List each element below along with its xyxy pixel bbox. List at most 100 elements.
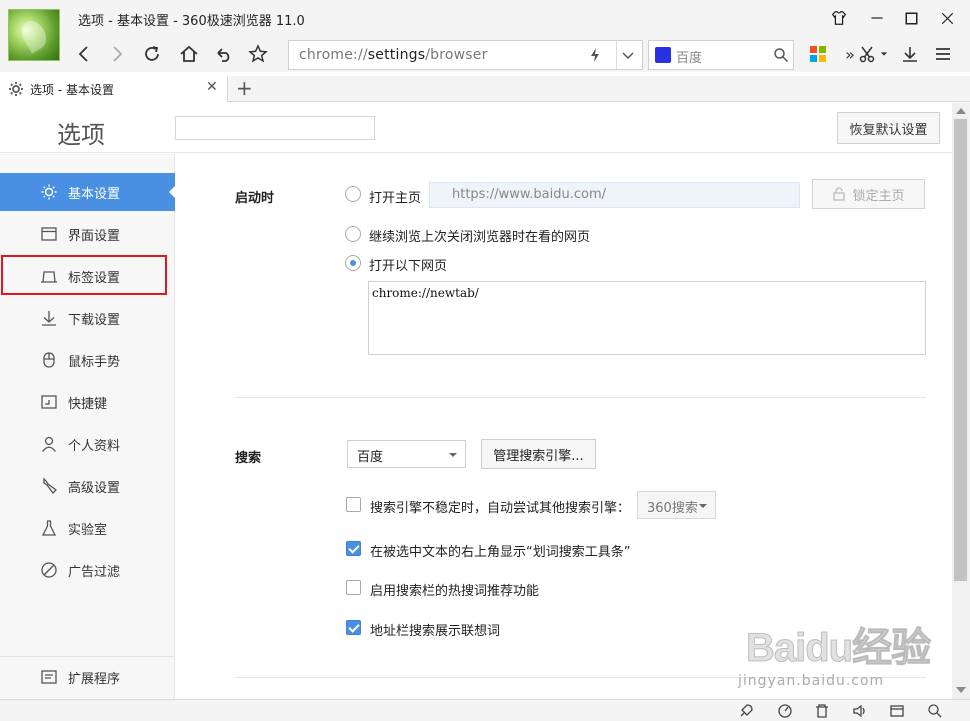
sidebar-item-label: 高级设置 [68, 480, 121, 496]
chevron-down-icon [699, 504, 707, 508]
search-box[interactable]: 百度 [648, 40, 794, 70]
sidebar-item-lab[interactable]: 实验室 [0, 509, 175, 547]
checkbox-selection-toolbar[interactable] [346, 541, 361, 556]
refresh-icon[interactable] [138, 40, 166, 68]
block-icon [41, 562, 57, 578]
scroll-down-icon[interactable] [956, 687, 966, 693]
checkbox-fallback-engine[interactable] [346, 497, 361, 512]
search-icon[interactable] [773, 47, 789, 63]
gear-icon [8, 81, 24, 97]
address-bar[interactable]: chrome://settings/browser [288, 40, 643, 70]
sidebar-item-label: 个人资料 [68, 438, 121, 454]
back-icon[interactable] [70, 40, 98, 68]
extension-icon [41, 670, 57, 684]
radio-open-homepage[interactable] [345, 186, 361, 202]
keyboard-icon [41, 395, 57, 409]
skin-icon[interactable] [824, 5, 854, 31]
lock-homepage-button[interactable]: 锁定主页 [812, 179, 925, 209]
download-icon[interactable] [896, 40, 924, 68]
sidebar-item-download[interactable]: 下载设置 [0, 299, 175, 337]
section-divider [235, 397, 926, 398]
scroll-up-icon[interactable] [956, 108, 966, 114]
radio-continue-session[interactable] [345, 226, 361, 242]
continue-session-label: 继续浏览上次关闭浏览器时在看的网页 [369, 230, 591, 245]
sidebar-item-label: 标签设置 [68, 270, 121, 286]
status-bar [0, 699, 970, 721]
settings-search-input[interactable] [175, 116, 375, 140]
trash-icon[interactable] [814, 703, 830, 719]
home-icon[interactable] [175, 40, 203, 68]
lightning-icon[interactable] [587, 47, 603, 63]
sidebar-item-advanced[interactable]: 高级设置 [0, 467, 175, 505]
new-tab-button[interactable]: + [236, 77, 253, 99]
wrench-icon [43, 477, 57, 494]
sidebar-item-label: 广告过滤 [68, 564, 121, 580]
undo-close-icon[interactable] [210, 40, 238, 68]
close-window-button[interactable] [932, 5, 962, 31]
sidebar-item-label: 下载设置 [68, 312, 121, 328]
sidebar-item-label: 界面设置 [68, 228, 121, 244]
page-title: 选项 [57, 121, 105, 149]
sidebar-divider [0, 656, 175, 657]
sidebar-item-adblock[interactable]: 广告过滤 [0, 551, 175, 589]
startup-pages-textarea[interactable]: chrome://newtab/ [368, 281, 926, 355]
download-icon [42, 311, 56, 326]
scissors-dropdown-icon[interactable] [876, 40, 892, 68]
radio-open-pages[interactable] [345, 255, 361, 271]
open-pages-label: 打开以下网页 [369, 259, 448, 274]
chevron-down-icon [449, 453, 457, 457]
star-icon[interactable] [244, 40, 272, 68]
restore-defaults-button[interactable]: 恢复默认设置 [837, 112, 940, 144]
fallback-engine-select[interactable]: 360搜索 [637, 491, 716, 519]
sidebar-item-label: 鼠标手势 [68, 354, 121, 370]
volume-icon[interactable] [852, 703, 868, 719]
maximize-button[interactable] [896, 5, 926, 31]
chevron-down-icon[interactable] [621, 49, 635, 63]
flask-icon [41, 520, 57, 536]
baidu-paw-icon [655, 47, 671, 63]
settings-content: 启动时 打开主页 https://www.baidu.com/ 锁定主页 继续浏… [175, 154, 952, 699]
homepage-url-input[interactable]: https://www.baidu.com/ [429, 182, 800, 208]
tab-label: 选项 - 基本设置 [30, 83, 114, 97]
checkbox-address-suggest[interactable] [346, 620, 361, 635]
fallback-engine-selected: 360搜索 [647, 501, 698, 516]
startup-section-label: 启动时 [235, 191, 275, 206]
sidebar-item-tabs[interactable]: 标签设置 [0, 257, 175, 295]
user-icon [41, 436, 57, 452]
minimize-button[interactable] [862, 5, 892, 31]
section-divider [235, 677, 926, 678]
sidebar-item-shortcuts[interactable]: 快捷键 [0, 383, 175, 421]
sidebar-item-label: 基本设置 [68, 186, 121, 202]
rocket-icon[interactable] [738, 703, 754, 719]
search-engine-select[interactable]: 百度 [347, 440, 466, 468]
address-text[interactable]: chrome://settings/browser [299, 47, 488, 63]
sidebar-item-mouse-gesture[interactable]: 鼠标手势 [0, 341, 175, 379]
speed-icon[interactable] [777, 703, 793, 719]
scrollbar[interactable] [952, 103, 970, 699]
zoom-icon[interactable] [927, 703, 943, 719]
selection-toolbar-label: 在被选中文本的右上角显示“划词搜索工具条” [370, 545, 631, 560]
window-icon [41, 227, 57, 241]
tab-settings[interactable]: 选项 - 基本设置 ✕ [0, 76, 228, 102]
sidebar-item-basic[interactable]: 基本设置 [0, 173, 176, 211]
address-suggest-label: 地址栏搜索展示联想词 [370, 624, 501, 639]
window-title: 选项 - 基本设置 - 360极速浏览器 11.0 [78, 14, 305, 29]
manage-search-engines-button[interactable]: 管理搜索引擎... [481, 439, 596, 469]
sidebar-item-interface[interactable]: 界面设置 [0, 215, 175, 253]
apps-grid-icon[interactable] [804, 40, 832, 68]
app-logo-icon[interactable] [8, 9, 60, 61]
close-icon[interactable]: ✕ [206, 79, 218, 95]
sidebar-item-extensions[interactable]: 扩展程序 [0, 658, 175, 696]
hot-words-label: 启用搜索栏的热搜词推荐功能 [370, 584, 540, 599]
checkbox-hot-words[interactable] [346, 580, 361, 595]
window-mode-icon[interactable] [889, 703, 905, 719]
scroll-thumb[interactable] [954, 119, 967, 581]
forward-icon[interactable] [103, 40, 131, 68]
search-section-label: 搜索 [235, 451, 262, 466]
address-divider [616, 41, 617, 69]
settings-page: 选项 恢复默认设置 基本设置 界面设置 标签设置 下载设置 鼠标手势 快捷键 个… [0, 103, 952, 699]
lock-icon [833, 187, 846, 201]
menu-icon[interactable] [929, 40, 957, 68]
sidebar: 基本设置 界面设置 标签设置 下载设置 鼠标手势 快捷键 个人资料 高级设置 实… [0, 154, 176, 699]
sidebar-item-profile[interactable]: 个人资料 [0, 425, 175, 463]
